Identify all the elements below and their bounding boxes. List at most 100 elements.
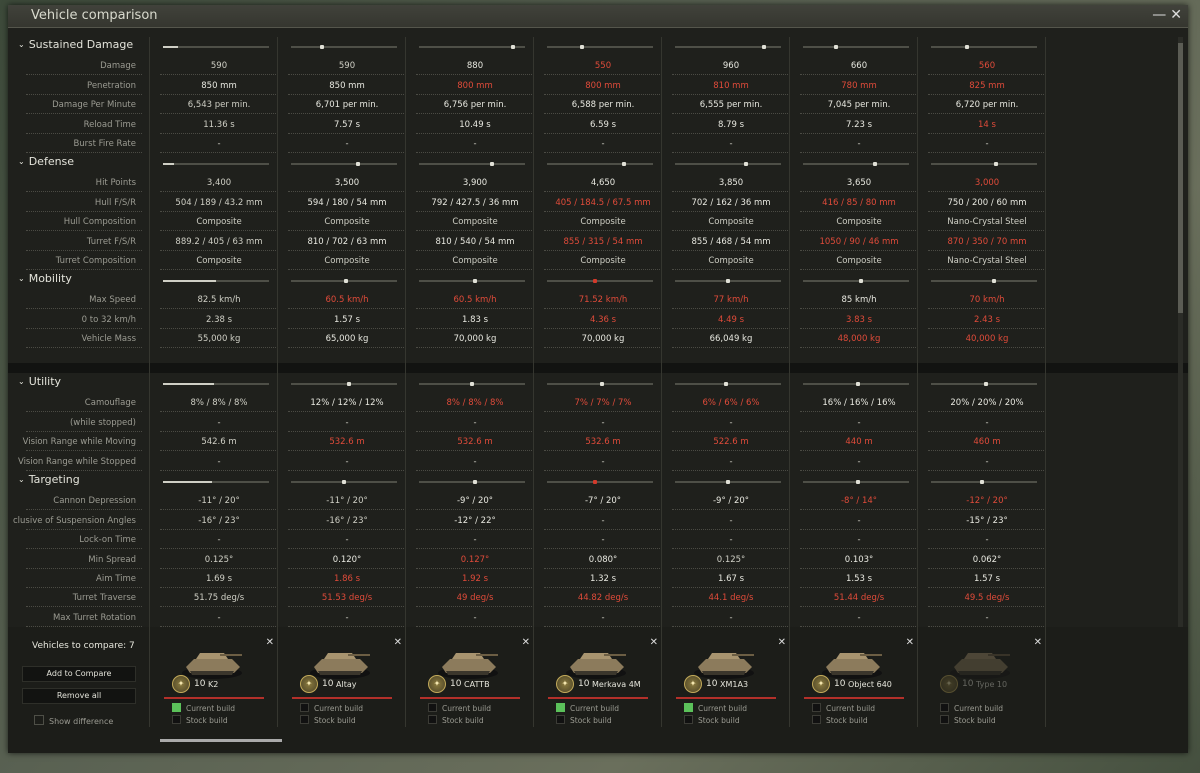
stock-build-option[interactable]: Stock build [684,715,740,725]
cell-dotted-line [544,411,662,413]
cell-dotted-line [288,269,406,270]
remove-vehicle-close-icon[interactable]: ✕ [1034,637,1042,648]
stat-value: 590 [338,61,356,72]
remove-vehicle-close-icon[interactable]: ✕ [394,637,402,648]
stock-build-checkbox[interactable] [812,715,821,724]
remove-vehicle-close-icon[interactable]: ✕ [650,637,658,648]
current-build-option[interactable]: Current build [428,703,491,713]
stat-value: - [985,612,989,623]
vehicle-rank-line [164,697,264,699]
stat-value: - [729,535,733,546]
remove-vehicle-close-icon[interactable]: ✕ [778,637,786,648]
cell-dotted-line [160,152,278,153]
vehicle-rank-line [292,697,392,699]
stock-build-option[interactable]: Stock build [428,715,484,725]
stat-row: clusive of Suspension Angles -16° / 23° -1… [8,512,1046,531]
score-bar-marker [761,45,766,49]
current-build-checkbox[interactable] [812,703,821,712]
stock-build-option[interactable]: Stock build [940,715,996,725]
cell-dotted-line [416,308,534,310]
current-build-checkbox[interactable] [556,703,565,712]
remove-vehicle-close-icon[interactable]: ✕ [906,637,914,648]
cell-dotted-line [544,450,662,452]
stock-build-option[interactable]: Stock build [812,715,868,725]
stock-build-checkbox[interactable] [556,715,565,724]
current-build-checkbox[interactable] [940,703,949,712]
section-header-targeting[interactable]: ⌄ Targeting [8,472,1044,491]
stat-value: - [345,456,349,467]
section-title: Utility [28,375,62,388]
current-build-checkbox[interactable] [684,703,693,712]
current-build-option[interactable]: Current build [300,703,363,713]
section-header-mobility[interactable]: ⌄ Mobility [8,271,1044,290]
cell-dotted-line [928,113,1046,115]
stock-build-checkbox[interactable] [684,715,693,724]
cell-dotted-line [544,230,662,232]
vehicle-card[interactable]: ✕ ✦ 10 XM1A3 Current build Stock build [670,637,788,747]
stat-value: 6,720 per min. [955,100,1019,111]
stat-value: 3,400 [206,178,232,189]
column-separator [661,37,662,727]
stock-build-option[interactable]: Stock build [556,715,612,725]
cell-dotted-line [160,347,278,349]
cell-dotted-line [416,210,534,212]
score-bar [675,382,781,386]
stock-build-option[interactable]: Stock build [172,715,228,725]
stat-value: 0.103° [844,554,874,565]
current-build-option[interactable]: Current build [812,703,875,713]
current-build-label: Current build [186,704,235,713]
stock-build-checkbox[interactable] [940,715,949,724]
show-difference-toggle[interactable]: Show difference [34,715,113,726]
vehicle-card[interactable]: ✕ ✦ 10 CATTB Current build Stock build [414,637,532,747]
cell-dotted-line [800,269,918,270]
score-bar [675,162,781,166]
tank-image [948,641,1012,681]
column-separator [533,37,534,727]
remove-vehicle-close-icon[interactable]: ✕ [522,637,530,648]
current-build-option[interactable]: Current build [172,703,235,713]
cell-dotted-line [544,509,662,511]
remove-vehicle-close-icon[interactable]: ✕ [266,637,274,648]
vehicle-card[interactable]: ✕ ✦ 10 Object 640 Current build Stock build [798,637,916,747]
score-bar [163,46,269,48]
stock-build-checkbox[interactable] [428,715,437,724]
minimize-icon[interactable]: — [1152,7,1166,23]
current-build-checkbox[interactable] [300,703,309,712]
column-separator [405,37,406,727]
remove-all-button[interactable]: Remove all [22,688,136,704]
current-build-checkbox[interactable] [428,703,437,712]
current-build-checkbox[interactable] [172,703,181,712]
vertical-scrollbar-thumb[interactable] [1178,43,1183,313]
cell-dotted-line [160,93,278,95]
current-build-option[interactable]: Current build [940,703,1003,713]
vehicle-rank-line [548,697,648,699]
vehicle-card[interactable]: ✕ ✦ 10 K2 Current build Stock build [158,637,276,747]
stock-build-checkbox[interactable] [172,715,181,724]
vehicle-card[interactable]: ✕ ✦ 10 Altay Current build Stock build [286,637,404,747]
stat-value: 780 mm [841,80,877,91]
stat-value: 0.062° [972,554,1002,565]
stat-value: 810 mm [713,80,749,91]
stat-value: Composite [580,256,626,266]
stat-value: 65,000 kg [325,334,369,345]
cell-dotted-line [288,249,406,251]
stock-build-option[interactable]: Stock build [300,715,356,725]
show-difference-checkbox[interactable] [34,715,44,725]
stat-value: - [985,456,989,467]
current-build-option[interactable]: Current build [684,703,747,713]
horizontal-scrollbar-thumb[interactable] [160,739,282,742]
add-to-compare-button[interactable]: Add to Compare [22,666,136,682]
section-header-sustained[interactable]: ⌄ Sustained Damage [8,37,1044,56]
stock-build-checkbox[interactable] [300,715,309,724]
cell-dotted-line [672,93,790,95]
stat-value: 60.5 km/h [325,295,369,306]
cell-dotted-line [544,308,662,310]
vehicle-card[interactable]: ✕ ✦ 10 Merkava 4M Current build Stock build [542,637,660,747]
close-icon[interactable]: ✕ [1170,7,1182,23]
cell-dotted-line [928,469,1046,471]
row-dotted-line [26,113,142,115]
section-header-utility[interactable]: ⌄ Utility [8,374,1044,393]
vehicle-card[interactable]: ✕ ✦ 10 Type 10 Current build Stock build [926,637,1044,747]
section-header-defense[interactable]: ⌄ Defense [8,154,1044,173]
current-build-option[interactable]: Current build [556,703,619,713]
